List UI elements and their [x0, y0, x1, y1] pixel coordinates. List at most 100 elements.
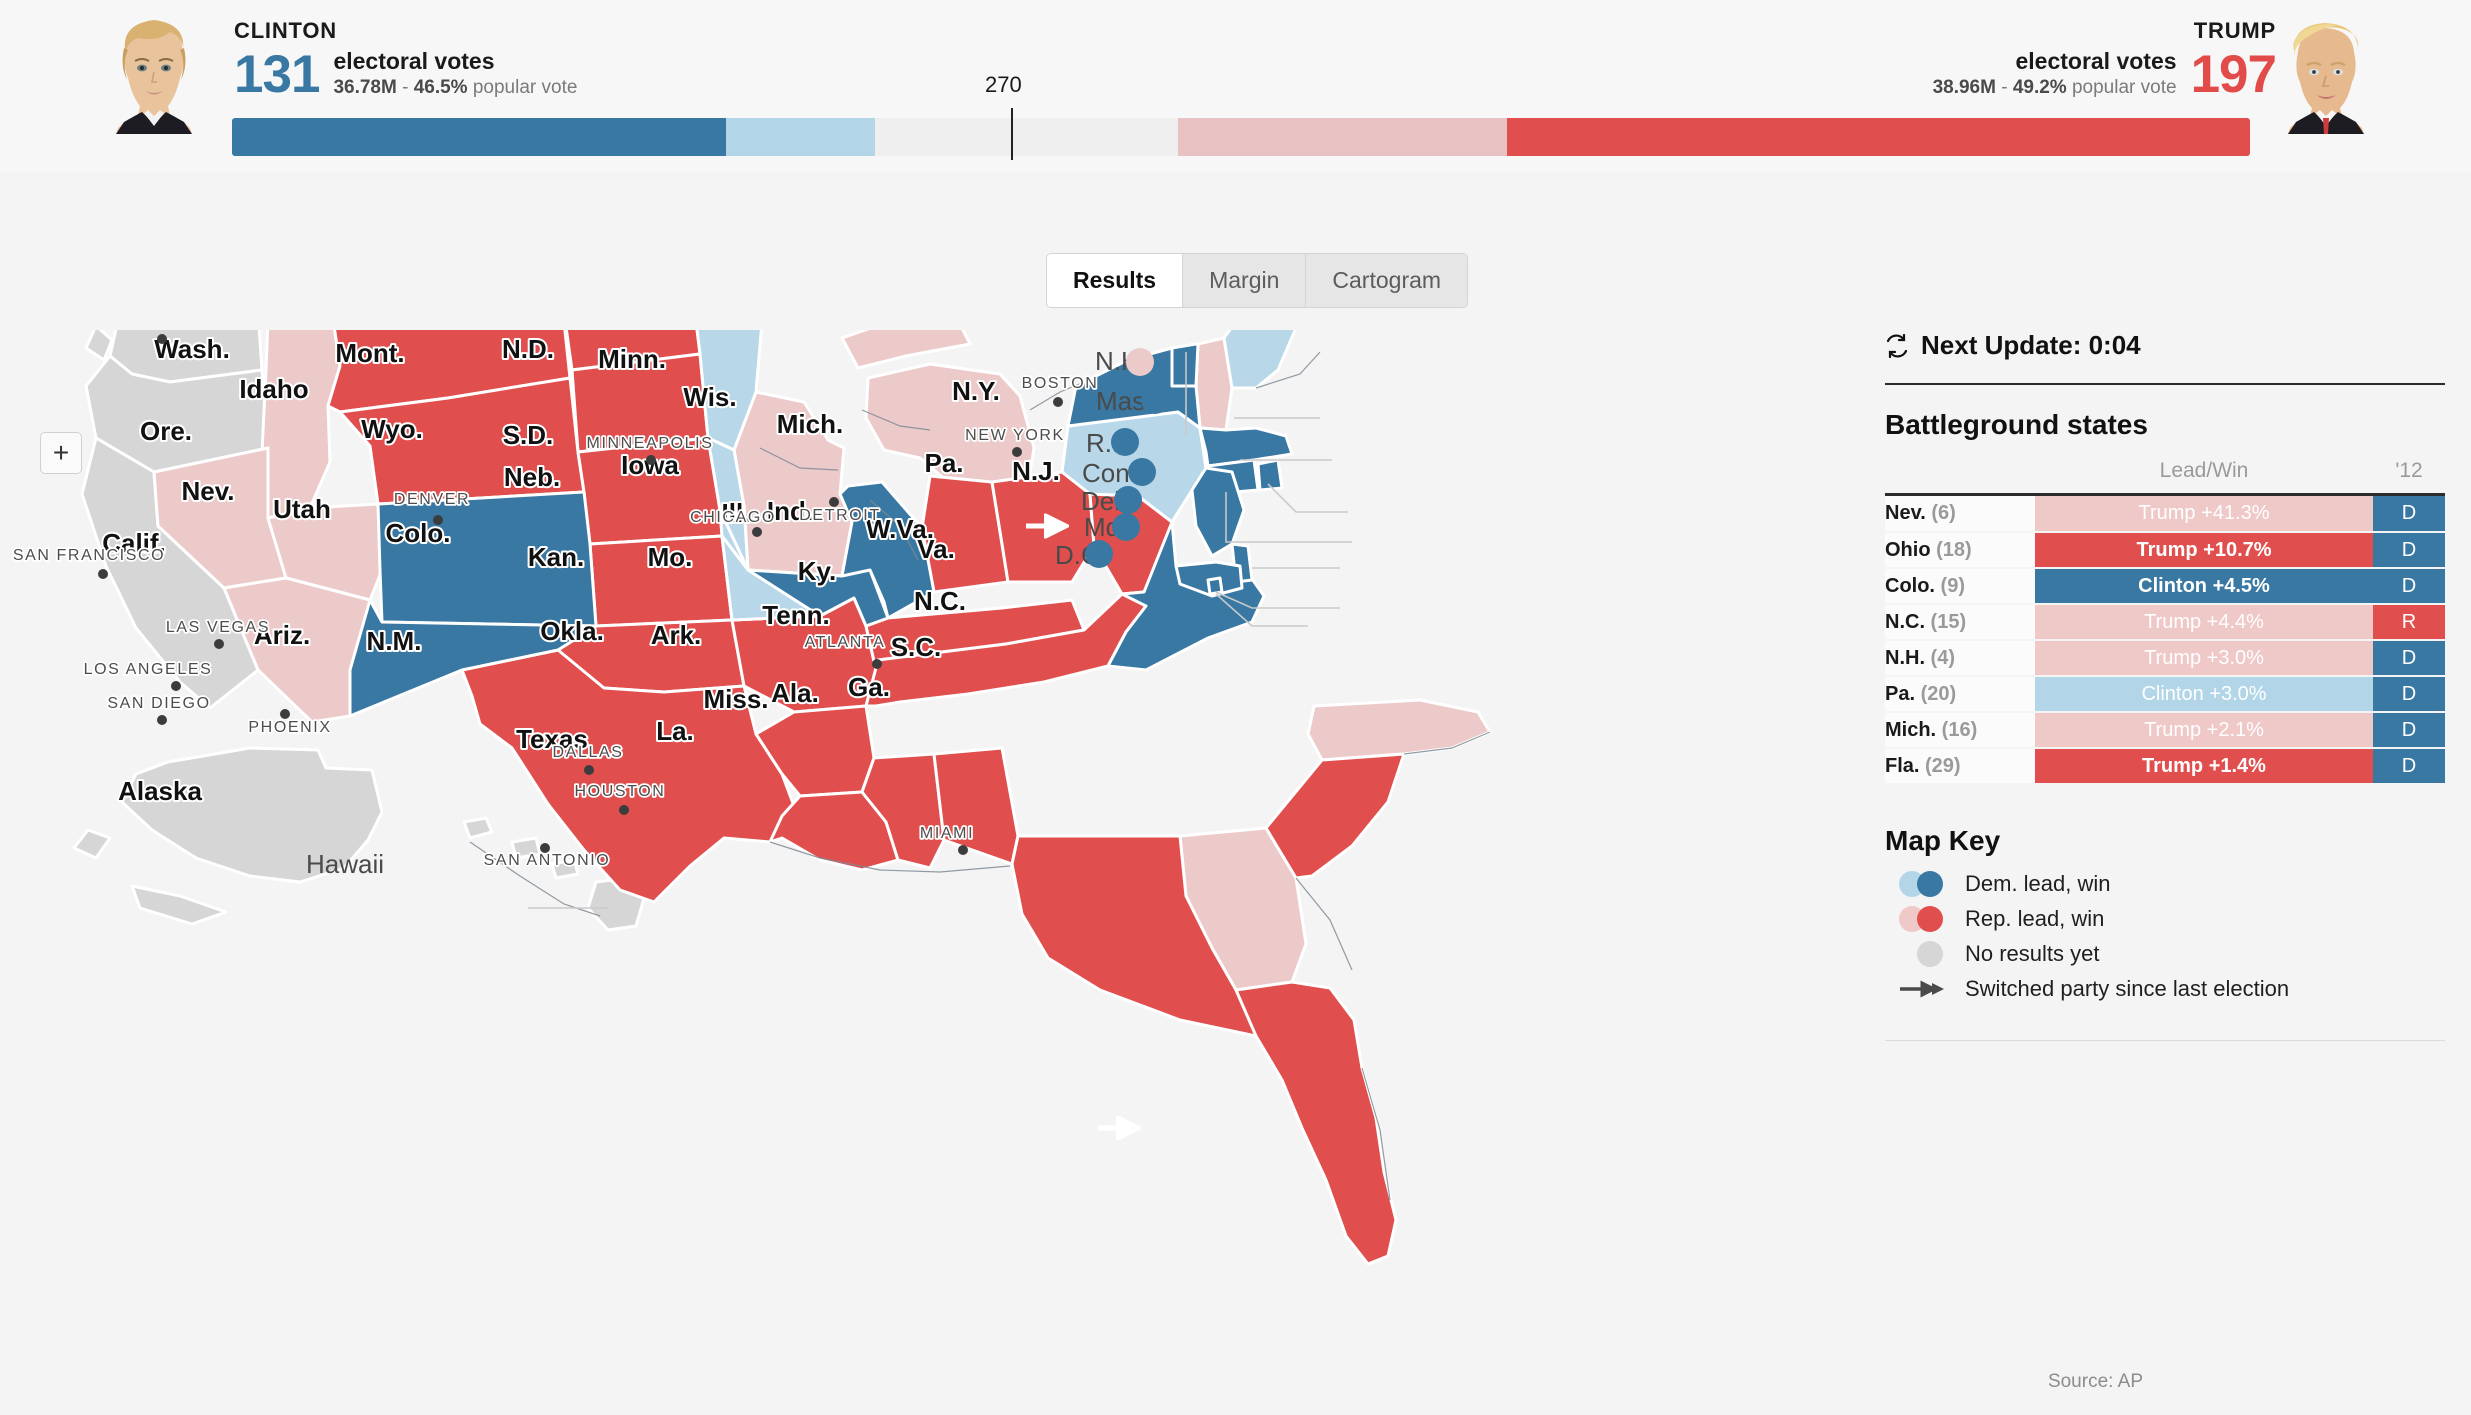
label-wyoming: Wyo.	[361, 414, 423, 444]
label-montana: Mont.	[335, 338, 404, 368]
trump-electoral-votes: 197	[2190, 44, 2277, 104]
city-dot-losangeles	[171, 681, 181, 691]
state-abbrev: Nev.	[1885, 502, 1926, 524]
cell-state-name: Colo. (9)	[1885, 568, 2035, 605]
label-newyork-city: NEW YORK	[965, 427, 1065, 444]
cell-lead-margin: Trump +1.4%	[2035, 748, 2373, 785]
cell-previous-winner: D	[2373, 712, 2445, 749]
clinton-avatar	[108, 16, 200, 134]
view-mode-tabs[interactable]: Results Margin Cartogram	[1046, 253, 1469, 308]
city-dot-phoenix	[280, 709, 290, 719]
cell-previous-winner: D	[2373, 496, 2445, 533]
state-alaska	[72, 746, 384, 926]
state-electoral-votes: (9)	[1935, 574, 1965, 597]
state-electoral-votes: (4)	[1925, 646, 1955, 669]
table-row[interactable]: Nev. (6) Trump +41.3% D	[1885, 496, 2445, 533]
label-oklahoma: Okla.	[540, 616, 604, 646]
table-row[interactable]: Mich. (16) Trump +2.1% D	[1885, 712, 2445, 749]
col-header-year: '12	[2395, 459, 2423, 482]
map-key-dem: Dem. lead, win	[1895, 871, 2445, 897]
cell-state-name: Nev. (6)	[1885, 496, 2035, 533]
state-abbrev: N.C.	[1885, 610, 1925, 633]
state-electoral-votes: (29)	[1919, 754, 1961, 777]
label-minneapolis: MINNEAPOLIS	[587, 435, 714, 452]
label-alabama: Ala.	[771, 678, 819, 708]
table-row[interactable]: Pa. (20) Clinton +3.0% D	[1885, 676, 2445, 713]
state-abbrev: Colo.	[1885, 574, 1935, 597]
label-georgia: Ga.	[848, 672, 890, 702]
cell-lead-margin: Trump +10.7%	[2035, 532, 2373, 569]
table-row[interactable]: N.H. (4) Trump +3.0% D	[1885, 640, 2445, 677]
state-southcarolina	[1264, 752, 1406, 880]
cell-previous-winner: D	[2373, 640, 2445, 677]
label-utah: Utah	[273, 494, 331, 524]
label-maine: Maine	[1031, 330, 1105, 332]
cell-state-name: Fla. (29)	[1885, 748, 2035, 785]
label-iowa: Iowa	[621, 450, 679, 480]
cell-lead-margin: Trump +2.1%	[2035, 712, 2373, 749]
threshold-label: 270	[985, 72, 1022, 97]
trump-avatar	[2280, 16, 2372, 134]
label-alaska: Alaska	[118, 776, 202, 806]
label-louisiana: La.	[656, 716, 694, 746]
table-row[interactable]: Fla. (29) Trump +1.4% D	[1885, 748, 2445, 785]
map-key-label-dem: Dem. lead, win	[1965, 871, 2111, 896]
state-electoral-votes: (16)	[1936, 718, 1978, 741]
tab-results[interactable]: Results	[1047, 254, 1184, 307]
state-abbrev: N.H.	[1885, 646, 1925, 669]
trump-popular-vote: 38.96M - 49.2% popular vote	[1932, 76, 2177, 98]
table-row[interactable]: Ohio (18) Trump +10.7% D	[1885, 532, 2445, 569]
table-row[interactable]: N.C. (15) Trump +4.4% R	[1885, 604, 2445, 641]
table-row[interactable]: Colo. (9) Clinton +4.5% D	[1885, 568, 2445, 605]
city-dot-lasvegas	[214, 639, 224, 649]
label-boston: BOSTON	[1022, 375, 1099, 392]
dot-massachusetts-legend	[1141, 386, 1169, 414]
cell-lead-margin: Clinton +3.0%	[2035, 676, 2373, 713]
city-dot-sanantonio	[540, 843, 550, 853]
label-newyork: N.Y.	[952, 376, 1000, 406]
noresults-swatch-icon	[1895, 941, 1951, 967]
state-electoral-votes: (18)	[1930, 538, 1972, 561]
state-electoral-votes: (20)	[1915, 682, 1957, 705]
cell-state-name: N.H. (4)	[1885, 640, 2035, 677]
label-northdakota: N.D.	[502, 334, 554, 364]
label-mississippi: Miss.	[703, 684, 768, 714]
cell-lead-margin: Trump +4.4%	[2035, 604, 2373, 641]
label-newmexico: N.M.	[367, 626, 422, 656]
refresh-icon	[1885, 333, 1909, 358]
city-dot-chicago	[752, 527, 762, 537]
label-missouri: Mo.	[648, 542, 693, 572]
cell-previous-winner: D	[2373, 532, 2445, 569]
next-update-text: Next Update: 0:04	[1921, 330, 2141, 360]
label-denver: DENVER	[394, 491, 470, 508]
rep-swatch-icon	[1895, 906, 1951, 932]
label-dallas: DALLAS	[553, 744, 624, 761]
city-dot-boston	[1053, 397, 1063, 407]
tab-margin[interactable]: Margin	[1183, 254, 1307, 307]
sidebar-divider-bottom	[1885, 1040, 2445, 1041]
trump-ev-label: electoral votes	[2015, 48, 2177, 75]
state-abbrev: Ohio	[1885, 538, 1931, 561]
map-key-title: Map Key	[1885, 825, 2001, 856]
city-dot-seattle	[157, 334, 167, 344]
electoral-vote-bar	[232, 118, 2250, 156]
label-nebraska: Neb.	[504, 462, 560, 492]
label-atlanta: ATLANTA	[805, 634, 886, 651]
col-header-state	[1885, 459, 2035, 493]
bar-segment-dem-lead	[726, 118, 875, 156]
state-abbrev: Mich.	[1885, 718, 1937, 741]
election-map[interactable]: Wash. Ore. Idaho Mont. N.D. Minn. Wis. M…	[0, 330, 1890, 1415]
tab-cartogram[interactable]: Cartogram	[1306, 254, 1468, 307]
label-kentucky: Ky.	[798, 556, 837, 586]
state-electoral-votes: (15)	[1925, 610, 1967, 633]
label-chicago: CHICAGO	[690, 509, 776, 526]
trump-stats: electoral votes 38.96M - 49.2% popular v…	[1932, 44, 2277, 104]
state-dc	[1206, 576, 1224, 596]
map-key-switched: Switched party since last election	[1895, 976, 2445, 1002]
cell-state-name: Pa. (20)	[1885, 676, 2035, 713]
clinton-electoral-votes: 131	[234, 44, 320, 104]
dot-hawaii-legend	[278, 850, 306, 878]
source-attribution: Source: AP	[2047, 1371, 2143, 1392]
cell-previous-winner: D	[2373, 748, 2445, 785]
clinton-ev-label: electoral votes	[333, 48, 495, 75]
